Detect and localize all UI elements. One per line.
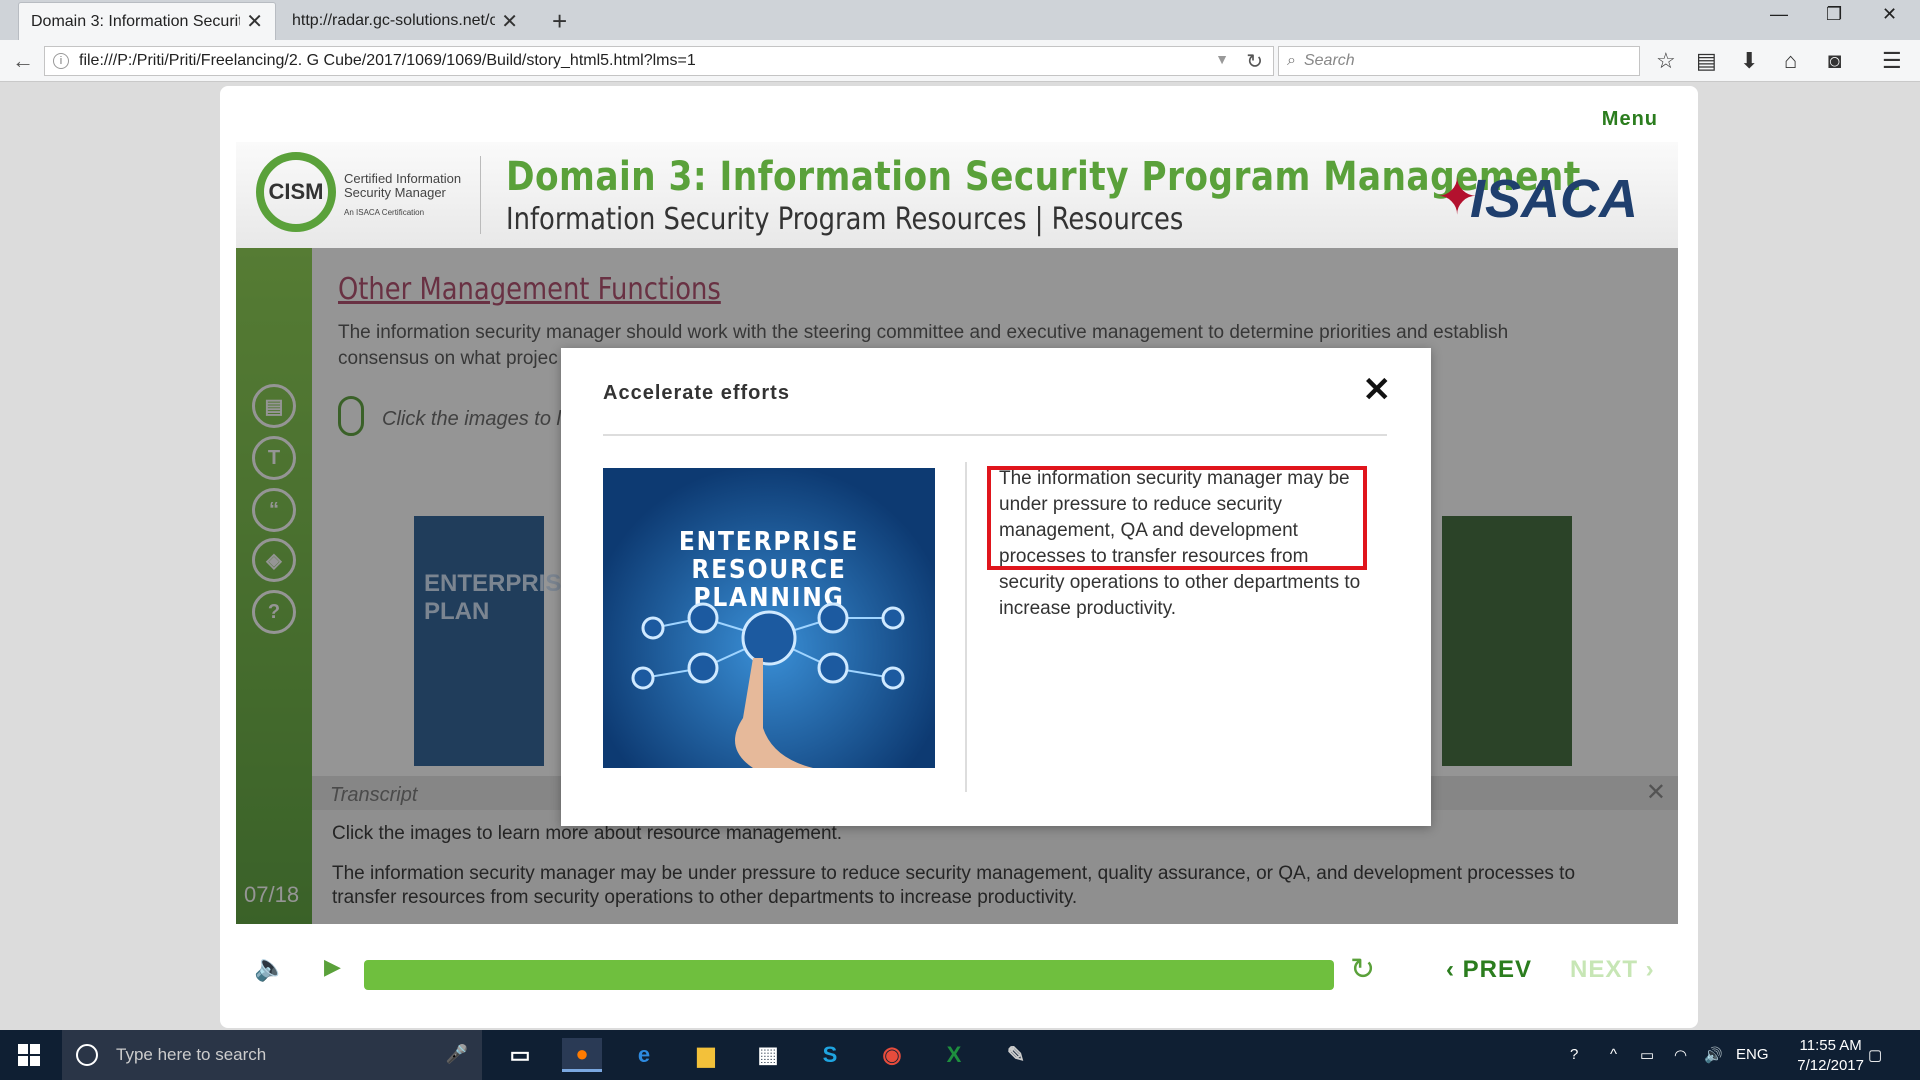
- bookmark-star-icon[interactable]: ☆: [1656, 48, 1676, 74]
- notifications-icon[interactable]: ▢: [1868, 1046, 1882, 1064]
- tab-domain-3[interactable]: Domain 3: Information Security P ✕: [18, 2, 276, 40]
- course-title: Domain 3: Information Security Program M…: [506, 154, 1581, 200]
- player-controls: 🔈 ▶ ↻ ‹ PREV NEXT ›: [220, 924, 1698, 1028]
- prev-button[interactable]: ‹ PREV: [1446, 956, 1532, 984]
- replay-icon[interactable]: ↻: [1350, 952, 1375, 987]
- pocket-icon[interactable]: ◙: [1828, 48, 1841, 74]
- file-explorer-icon[interactable]: ▆: [686, 1038, 726, 1072]
- highlight-box: [987, 466, 1367, 570]
- window-close-icon[interactable]: ✕: [1882, 4, 1897, 25]
- course-subtitle: Information Security Program Resources |…: [506, 202, 1184, 237]
- next-button[interactable]: NEXT ›: [1570, 956, 1655, 984]
- restore-icon[interactable]: ❐: [1826, 4, 1842, 25]
- new-tab-icon[interactable]: +: [552, 6, 567, 37]
- play-icon[interactable]: ▶: [324, 954, 341, 980]
- url-text: file:///P:/Priti/Priti/Freelancing/2. G …: [79, 52, 696, 69]
- battery-icon[interactable]: ▭: [1640, 1046, 1654, 1064]
- language-indicator[interactable]: ENG: [1736, 1046, 1769, 1063]
- search-input[interactable]: ⌕ Search: [1278, 46, 1640, 76]
- modal-separator: [965, 462, 967, 792]
- volume-icon[interactable]: 🔈: [254, 952, 286, 983]
- taskbar-search-placeholder: Type here to search: [116, 1045, 267, 1064]
- search-placeholder: Search: [1303, 52, 1355, 69]
- store-icon[interactable]: ▦: [748, 1038, 788, 1072]
- cortana-icon: [76, 1044, 98, 1066]
- info-icon[interactable]: i: [53, 53, 69, 69]
- browser-nav-bar: ← i file:///P:/Priti/Priti/Freelancing/2…: [0, 40, 1920, 82]
- address-bar[interactable]: i file:///P:/Priti/Priti/Freelancing/2. …: [44, 46, 1274, 76]
- close-icon[interactable]: ✕: [1363, 370, 1392, 410]
- accelerate-efforts-modal: Accelerate efforts ✕ ENTERPRISE RESOURCE…: [561, 348, 1431, 826]
- system-clock[interactable]: 11:55 AM 7/12/2017: [1797, 1036, 1864, 1076]
- wifi-icon[interactable]: ◠: [1674, 1046, 1687, 1064]
- modal-title: Accelerate efforts: [603, 382, 790, 404]
- network-graphic: [631, 602, 905, 768]
- task-view-icon[interactable]: ▭: [500, 1038, 540, 1072]
- search-icon: ⌕: [1287, 52, 1296, 69]
- banner-divider: [480, 156, 481, 234]
- microphone-icon[interactable]: 🎤: [446, 1044, 468, 1065]
- taskbar-search[interactable]: Type here to search 🎤: [62, 1030, 482, 1080]
- windows-taskbar: Type here to search 🎤 ▭ ● e ▆ ▦ S ◉ X ✎ …: [0, 1030, 1920, 1080]
- help-tray-icon[interactable]: ?: [1570, 1046, 1578, 1063]
- erp-image: ENTERPRISE RESOURCE PLANNING: [603, 468, 935, 768]
- excel-icon[interactable]: X: [934, 1038, 974, 1072]
- progress-bar[interactable]: [364, 960, 1334, 990]
- home-icon[interactable]: ⌂: [1784, 48, 1797, 74]
- back-icon[interactable]: ←: [12, 48, 34, 74]
- cism-logo: CISM: [256, 152, 336, 232]
- cism-logo-subtitle: Certified Information Security Manager A…: [344, 171, 462, 218]
- hamburger-menu-icon[interactable]: ☰: [1882, 48, 1902, 74]
- tab-title: Domain 3: Information Security P: [31, 12, 240, 30]
- browser-tab-bar: Domain 3: Information Security P ✕ http:…: [0, 0, 1920, 40]
- clock-time: 11:55 AM: [1799, 1037, 1862, 1054]
- course-banner: CISM Certified Information Security Mana…: [236, 142, 1678, 248]
- tray-chevron-icon[interactable]: ^: [1610, 1046, 1617, 1063]
- reading-list-icon[interactable]: ▤: [1696, 48, 1717, 74]
- dropdown-icon[interactable]: ▼: [1215, 51, 1229, 67]
- reload-icon[interactable]: ↻: [1246, 49, 1263, 74]
- isaca-logo: ISACA: [1469, 169, 1638, 229]
- download-icon[interactable]: ⬇: [1740, 48, 1758, 74]
- firefox-icon[interactable]: ●: [562, 1038, 602, 1072]
- paint-icon[interactable]: ✎: [996, 1038, 1036, 1072]
- clock-date: 7/12/2017: [1797, 1057, 1864, 1074]
- close-icon[interactable]: ✕: [246, 9, 263, 34]
- tab-radar[interactable]: http://radar.gc-solutions.net/ope ✕: [280, 2, 530, 40]
- edge-icon[interactable]: e: [624, 1038, 664, 1072]
- skype-icon[interactable]: S: [810, 1038, 850, 1072]
- close-icon[interactable]: ✕: [501, 9, 518, 34]
- modal-divider: [603, 434, 1387, 436]
- progress-fill: [364, 960, 1334, 990]
- chrome-icon[interactable]: ◉: [872, 1038, 912, 1072]
- windows-start-icon[interactable]: [18, 1044, 40, 1066]
- minimize-icon[interactable]: —: [1770, 4, 1788, 25]
- speaker-icon[interactable]: 🔊: [1704, 1046, 1723, 1064]
- tab-title: http://radar.gc-solutions.net/ope: [292, 12, 496, 29]
- menu-button[interactable]: Menu: [1602, 108, 1658, 131]
